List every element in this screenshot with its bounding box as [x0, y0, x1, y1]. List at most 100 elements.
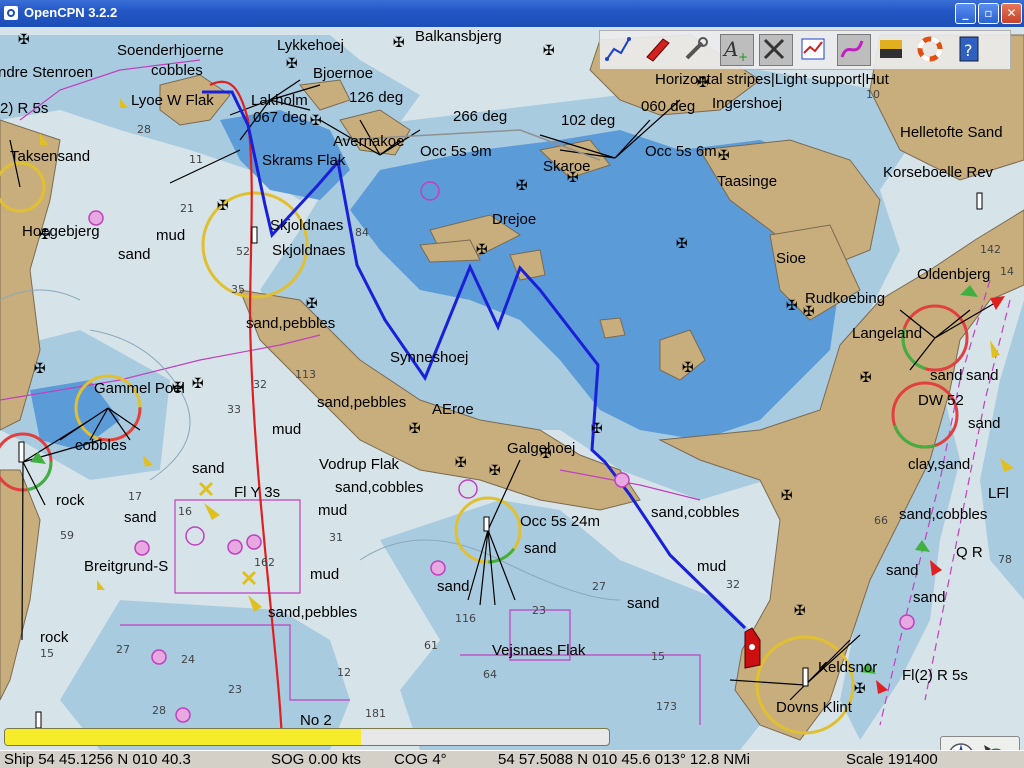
color-scheme-button[interactable]: [876, 34, 910, 66]
label-sioe: Sioe: [776, 250, 807, 267]
compass-gps-panel[interactable]: [940, 736, 1020, 750]
label-skaroe: Skaroe: [543, 158, 591, 175]
label-sand-2: sand: [968, 415, 1001, 432]
label-breitgrund-s: Breitgrund-S: [84, 558, 169, 575]
minimize-button[interactable]: _: [955, 3, 976, 24]
maximize-button[interactable]: ▫: [978, 3, 999, 24]
svg-text:27: 27: [116, 643, 130, 656]
window-title: OpenCPN 3.2.2: [24, 5, 118, 20]
mob-button[interactable]: [915, 34, 949, 66]
status-ship-position: Ship 54 45.1256 N 010 40.3: [4, 751, 191, 768]
label-langeland: Langeland: [852, 325, 923, 342]
svg-text:32: 32: [726, 578, 740, 591]
chart-canvas[interactable]: ✠ ✠ ✠ ✠ ✠ ✠ ✠ ✠ ✠ ✠ ✠ ✠ ✠ ✠ ✠ ✠ ✠ ✠ ✠ ✠ ✠ ✠ ✠ ✠ ✠ ✠ ✠ ✠ ✠ 2…: [0, 27, 1024, 750]
status-sog: SOG 0.00 kts: [271, 751, 362, 768]
clear-tool-button[interactable]: [759, 34, 793, 66]
svg-text:27: 27: [592, 580, 606, 593]
svg-text:✠: ✠: [192, 376, 204, 392]
label-helletofte-sand: Helletofte Sand: [900, 124, 1003, 141]
svg-text:173: 173: [656, 700, 677, 713]
svg-text:15: 15: [40, 647, 54, 660]
svg-text:64: 64: [483, 668, 497, 681]
label-sand-pebbles-1: sand,pebbles: [246, 315, 336, 332]
label-067-deg: 067 deg: [253, 109, 308, 126]
label-taasinge: Taasinge: [717, 173, 778, 190]
svg-text:23: 23: [532, 604, 546, 617]
label-lykkehoej: Lykkehoej: [277, 37, 344, 54]
svg-text:✠: ✠: [591, 421, 603, 437]
status-cursor-position: 54 57.5088 N 010 45.6 013° 12.8 NMi: [498, 751, 751, 768]
close-button[interactable]: ✕: [1001, 3, 1022, 24]
title-bar: OpenCPN 3.2.2 _ ▫ ✕: [0, 0, 1024, 27]
label-ingershoej: Ingershoej: [712, 95, 783, 112]
svg-text:28: 28: [152, 704, 166, 717]
label-synneshoej: Synneshoej: [390, 349, 469, 366]
label-avernakoe: Avernakoe: [333, 133, 405, 150]
label-060-deg: 060 deg: [641, 98, 696, 115]
boat-icon: [646, 38, 670, 62]
svg-text:142: 142: [980, 243, 1001, 256]
track-icon: [840, 40, 864, 58]
help-icon: ?: [959, 36, 979, 62]
label-hoegebjerg: Hoegebjerg: [22, 223, 100, 240]
label-andre-stenroen: ndre Stenroen: [0, 64, 94, 81]
label-mud-2: mud: [272, 421, 302, 438]
chart-stats-button[interactable]: [798, 34, 832, 66]
label-skjoldnaes-2: Skjoldnaes: [272, 242, 346, 259]
label-occ-5s-9m: Occ 5s 9m: [420, 143, 492, 160]
svg-text:?: ?: [964, 41, 973, 60]
text-tool-button[interactable]: A +: [720, 34, 754, 66]
opencpn-app-icon[interactable]: [4, 6, 18, 20]
svg-text:✠: ✠: [286, 56, 298, 72]
label-light-support: Horizontal stripes|Light support|Hut: [655, 71, 889, 88]
own-ship-button[interactable]: [642, 34, 676, 66]
progress-bar: [4, 728, 610, 746]
svg-text:✠: ✠: [409, 421, 421, 437]
label-sand-4: sand: [124, 509, 157, 526]
label-no-2: No 2: [300, 712, 332, 729]
label-cobbles: cobbles: [151, 62, 203, 79]
label-bjoernoe: Bjoernoe: [313, 65, 374, 82]
label-sand-cobbles-3: sand,cobbles: [899, 506, 988, 523]
status-bar: Ship 54 45.1256 N 010 40.3 SOG 0.00 kts …: [0, 750, 1024, 768]
svg-text:✠: ✠: [217, 198, 229, 214]
label-skjoldnaes-1: Skjoldnaes: [270, 217, 344, 234]
svg-text:84: 84: [355, 226, 369, 239]
label-mud-5: mud: [310, 566, 340, 583]
svg-text:✠: ✠: [718, 148, 730, 164]
svg-text:28: 28: [137, 123, 151, 136]
svg-text:61: 61: [424, 639, 438, 652]
tools-button[interactable]: [681, 34, 715, 66]
label-rudkoebing: Rudkoebing: [805, 290, 886, 307]
svg-text:A: A: [722, 37, 738, 61]
label-mud: mud: [156, 227, 186, 244]
svg-text:23: 23: [228, 683, 242, 696]
label-lfl: LFl: [988, 485, 1009, 502]
route-button[interactable]: [603, 34, 637, 66]
svg-text:✠: ✠: [786, 298, 798, 314]
label-dovns-klint: Dovns Klint: [776, 699, 852, 716]
svg-text:✠: ✠: [860, 370, 872, 386]
svg-text:181: 181: [365, 707, 386, 720]
svg-text:✠: ✠: [854, 681, 866, 697]
svg-text:✠: ✠: [34, 361, 46, 377]
label-vejsnaes-flak: Vejsnaes Flak: [492, 642, 586, 659]
label-soenderhjoerne: Soenderhjoerne: [117, 42, 224, 59]
track-button[interactable]: [837, 34, 871, 66]
label-galgehoej: Galgehoej: [507, 440, 576, 457]
label-lakholm: Lakholm: [251, 92, 308, 109]
label-sand-3: sand: [192, 460, 225, 477]
label-266-deg: 266 deg: [453, 108, 508, 125]
label-q-r: Q R: [956, 544, 983, 561]
label-sand-cobbles-2: sand,cobbles: [651, 504, 740, 521]
svg-text:✠: ✠: [516, 178, 528, 194]
label-vodrup-flak: Vodrup Flak: [319, 456, 400, 473]
label-sand-5: sand: [524, 540, 557, 557]
main-toolbar: A + ?: [599, 30, 1011, 70]
compass-icon: [949, 743, 1002, 750]
svg-text:21: 21: [180, 202, 194, 215]
help-button[interactable]: ?: [954, 34, 988, 66]
progress-bar-fill: [5, 729, 362, 745]
color-scheme-icon: [880, 40, 902, 58]
label-taksensand: Taksensand: [10, 148, 91, 165]
